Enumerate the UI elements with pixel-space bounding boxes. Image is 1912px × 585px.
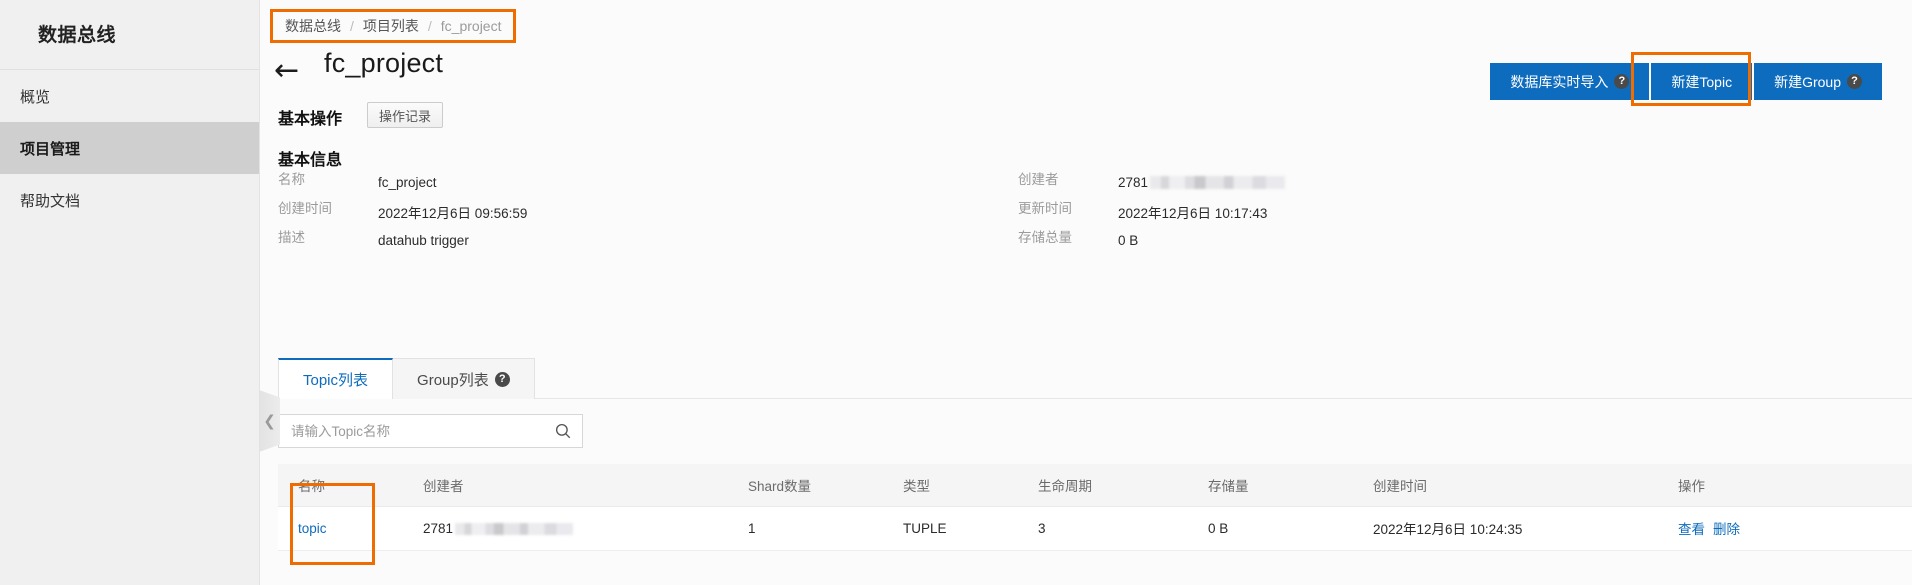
db-realtime-import-button[interactable]: 数据库实时导入 ? bbox=[1490, 63, 1650, 100]
view-action-link[interactable]: 查看 bbox=[1678, 522, 1705, 537]
search-box[interactable] bbox=[278, 414, 583, 448]
cell-lifecycle: 3 bbox=[1018, 506, 1188, 551]
info-cell-create-time: 创建时间 2022年12月6日 09:56:59 bbox=[278, 197, 1018, 226]
column-header-storage[interactable]: 存储量 bbox=[1188, 464, 1353, 507]
list-panel: Topic列表 Group列表 ? 请输入Topic名称 名称 创建者 Shar… bbox=[278, 358, 1912, 551]
breadcrumb: 数据总线 / 项目列表 / fc_project bbox=[270, 9, 517, 43]
back-arrow-icon[interactable]: ← bbox=[274, 56, 299, 86]
info-row: 创建时间 2022年12月6日 09:56:59 更新时间 2022年12月6日… bbox=[278, 197, 1758, 226]
column-header-lifecycle[interactable]: 生命周期 bbox=[1018, 464, 1188, 507]
info-value: 0 B bbox=[1118, 233, 1139, 248]
basic-operations-title: 基本操作 bbox=[278, 111, 343, 128]
info-value: 2022年12月6日 09:56:59 bbox=[378, 205, 528, 221]
redacted-mask bbox=[455, 522, 574, 535]
breadcrumb-separator: / bbox=[350, 18, 354, 34]
cell-shard-count: 1 bbox=[728, 506, 883, 551]
info-label: 更新时间 bbox=[1018, 201, 1072, 216]
breadcrumb-item-current: fc_project bbox=[440, 18, 502, 34]
breadcrumb-separator: / bbox=[427, 18, 432, 34]
tab-topic-list[interactable]: Topic列表 bbox=[278, 358, 394, 399]
cell-storage: 0 B bbox=[1188, 506, 1353, 551]
info-row: 名称 fc_project 创建者 2781 bbox=[278, 168, 1758, 197]
cell-actions: 查看 删除 bbox=[1658, 506, 1912, 551]
column-header-shard-count[interactable]: Shard数量 bbox=[728, 464, 883, 507]
column-header-created-at[interactable]: 创建时间 bbox=[1353, 464, 1658, 507]
main-content: 数据总线 / 项目列表 / fc_project ← fc_project 数据… bbox=[260, 0, 1912, 585]
page-root: 数据总线 概览 项目管理 帮助文档 ❮ 数据总线 / 项目列表 / fc_pro… bbox=[0, 0, 1912, 585]
sidebar-collapse-handle[interactable]: ❮ bbox=[259, 390, 280, 452]
topic-name-link[interactable]: topic bbox=[298, 521, 327, 536]
column-header-name[interactable]: 名称 bbox=[278, 464, 403, 507]
redacted-mask bbox=[1150, 176, 1286, 189]
info-cell-creator: 创建者 2781 bbox=[1018, 168, 1758, 197]
info-label: 存储总量 bbox=[1018, 230, 1072, 245]
new-group-button[interactable]: 新建Group ? bbox=[1754, 63, 1882, 100]
sidebar-item-help-docs[interactable]: 帮助文档 bbox=[0, 174, 259, 226]
info-row: 描述 datahub trigger 存储总量 0 B bbox=[278, 226, 1758, 255]
delete-action-link[interactable]: 删除 bbox=[1713, 522, 1740, 537]
button-label: 数据库实时导入 bbox=[1510, 73, 1609, 90]
info-value: 2781 bbox=[1118, 168, 1286, 197]
creator-id-prefix: 2781 bbox=[423, 520, 454, 536]
help-icon[interactable]: ? bbox=[494, 371, 510, 387]
basic-info-title: 基本信息 bbox=[278, 152, 343, 169]
top-action-buttons: 数据库实时导入 ? 新建Topic 新建Group ? bbox=[1490, 63, 1882, 100]
sidebar-item-label: 帮助文档 bbox=[20, 192, 81, 210]
info-cell-description: 描述 datahub trigger bbox=[278, 226, 1018, 255]
info-value: 2022年12月6日 10:17:43 bbox=[1118, 205, 1268, 221]
breadcrumb-item-project-list[interactable]: 项目列表 bbox=[363, 16, 419, 36]
cell-created-at: 2022年12月6日 10:24:35 bbox=[1353, 506, 1658, 551]
search-area bbox=[278, 414, 1912, 448]
cell-type: TUPLE bbox=[883, 506, 1018, 551]
tab-label: Topic列表 bbox=[303, 372, 369, 389]
sidebar-item-overview[interactable]: 概览 bbox=[0, 70, 259, 122]
basic-info-grid: 名称 fc_project 创建者 2781 创建时间 2022年12月6日 0… bbox=[278, 168, 1758, 255]
sidebar-title: 数据总线 bbox=[38, 25, 117, 46]
info-label: 创建时间 bbox=[278, 201, 332, 216]
help-icon[interactable]: ? bbox=[1847, 74, 1862, 89]
breadcrumb-item-databus[interactable]: 数据总线 bbox=[285, 16, 341, 36]
info-cell-total-storage: 存储总量 0 B bbox=[1018, 226, 1758, 255]
new-topic-button[interactable]: 新建Topic bbox=[1651, 63, 1753, 100]
table-header-row: 名称 创建者 Shard数量 类型 生命周期 存储量 创建时间 操作 bbox=[278, 464, 1912, 507]
column-header-actions[interactable]: 操作 bbox=[1658, 464, 1912, 507]
sidebar-item-project-management[interactable]: 项目管理 bbox=[0, 122, 259, 174]
tab-label: Group列表 bbox=[417, 371, 489, 389]
info-label: 描述 bbox=[278, 230, 305, 245]
button-label: 新建Topic bbox=[1671, 73, 1733, 90]
search-input[interactable] bbox=[289, 422, 554, 440]
sidebar: 数据总线 概览 项目管理 帮助文档 ❮ bbox=[0, 0, 280, 585]
help-icon[interactable]: ? bbox=[1614, 74, 1630, 89]
creator-id-prefix: 2781 bbox=[1118, 175, 1149, 190]
column-header-creator[interactable]: 创建者 bbox=[403, 464, 728, 507]
page-title: fc_project bbox=[324, 48, 444, 78]
info-label: 创建者 bbox=[1018, 172, 1059, 187]
topic-table: 名称 创建者 Shard数量 类型 生命周期 存储量 创建时间 操作 topic bbox=[278, 464, 1912, 551]
info-cell-update-time: 更新时间 2022年12月6日 10:17:43 bbox=[1018, 197, 1758, 226]
tab-group-list[interactable]: Group列表 ? bbox=[392, 358, 535, 399]
column-header-type[interactable]: 类型 bbox=[883, 464, 1018, 507]
cell-name: topic bbox=[278, 506, 403, 551]
chevron-left-icon: ❮ bbox=[263, 412, 276, 430]
search-icon[interactable] bbox=[554, 422, 572, 440]
info-value: fc_project bbox=[378, 175, 437, 190]
table-row: topic 2781 1 TUPLE 3 0 B 2022年12月6日 10:2… bbox=[278, 506, 1912, 551]
info-cell-name: 名称 fc_project bbox=[278, 168, 1018, 197]
operation-record-button[interactable]: 操作记录 bbox=[367, 102, 444, 128]
button-label: 新建Group bbox=[1774, 73, 1841, 90]
info-value: datahub trigger bbox=[378, 233, 469, 248]
sidebar-item-label: 项目管理 bbox=[20, 140, 81, 158]
info-label: 名称 bbox=[278, 172, 305, 187]
tab-bar: Topic列表 Group列表 ? bbox=[278, 358, 1912, 399]
sidebar-item-label: 概览 bbox=[20, 88, 51, 106]
cell-creator: 2781 bbox=[403, 506, 728, 551]
page-header: ← fc_project 数据库实时导入 ? 新建Topic 新建Group ? bbox=[260, 44, 1912, 106]
